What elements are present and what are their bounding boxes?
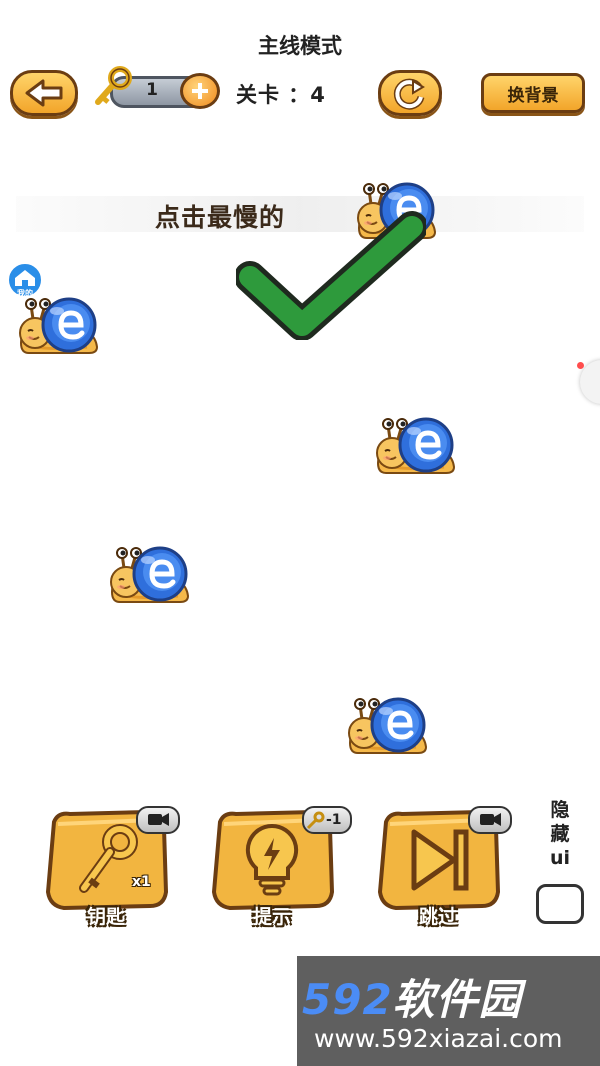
restart-icon [393,78,425,110]
back-button[interactable] [10,70,78,116]
key-icon [95,66,132,105]
key-multiplier: x1 [132,874,151,890]
mode-title: 主线模式 [258,34,342,58]
key-tile-label: 钥匙 [86,906,125,928]
hide-ui-label: 隐 藏 ui [549,799,571,869]
skip-tile-label: 跳过 [418,906,457,928]
key-count: 1 [146,80,158,100]
snail-3[interactable] [374,413,458,477]
snail-4[interactable] [108,542,192,606]
hint-cost: -1 [326,812,342,828]
snail-5[interactable] [346,693,430,757]
key-video-chip [136,806,180,834]
watermark-url: www.592xiazai.com [314,1024,563,1053]
back-arrow-icon [25,79,63,107]
snail-2[interactable] [17,293,101,357]
hide-ui-checkbox[interactable] [536,884,584,924]
hint-cost-chip: -1 [302,806,352,834]
level-indicator: 关卡 ：4 [236,83,326,107]
change-background-button[interactable]: 换背景 [481,73,585,113]
add-key-button[interactable] [180,73,220,109]
skip-video-chip [468,806,512,834]
hint-tile-label: 提示 [252,906,291,928]
watermark-brand: 592软件园 [302,975,522,1024]
restart-button[interactable] [378,70,442,116]
video-icon [148,813,169,826]
video-icon [480,813,501,826]
notification-dot [577,362,584,369]
key-icon [306,811,325,830]
checkmark-icon [236,211,426,340]
